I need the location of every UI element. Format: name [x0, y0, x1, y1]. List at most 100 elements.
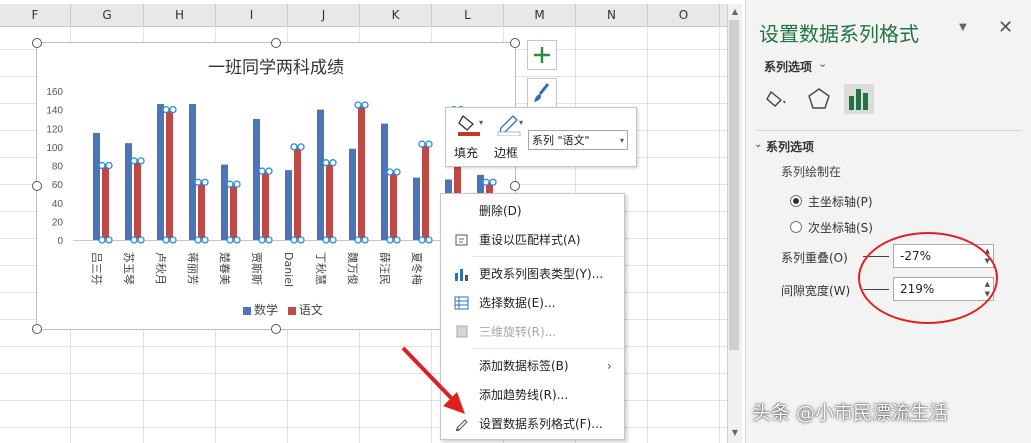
column-header-bar: F G H I J K L M N O	[0, 4, 727, 27]
selection-handle	[361, 101, 369, 109]
resize-handle[interactable]	[271, 324, 281, 334]
gap-width-label: 间隙宽度(W)	[781, 284, 851, 298]
resize-handle[interactable]	[32, 38, 42, 48]
chart-elements-button[interactable]	[527, 40, 557, 70]
resize-handle[interactable]	[510, 38, 520, 48]
column-header-g[interactable]: G	[71, 4, 144, 26]
selection-handle	[425, 236, 433, 244]
column-header-n[interactable]: N	[576, 4, 648, 26]
resize-handle[interactable]	[510, 181, 520, 191]
watermark-text: 头条 @小市民漂流生活	[752, 402, 949, 424]
bar-chinese[interactable]	[326, 162, 333, 240]
column-header-o[interactable]: O	[648, 4, 720, 26]
bar-chinese[interactable]	[198, 182, 205, 240]
chevron-down-icon[interactable]: ▾	[479, 118, 483, 127]
column-header-m[interactable]: M	[504, 4, 576, 26]
selection-handle	[137, 157, 145, 165]
column-header-i[interactable]: I	[216, 4, 288, 26]
bar-chinese[interactable]	[166, 109, 173, 240]
plus-icon	[534, 47, 550, 63]
column-header-k[interactable]: K	[360, 4, 432, 26]
selection-handle	[418, 236, 426, 244]
bar-chinese[interactable]	[230, 184, 237, 240]
menu-item-delete[interactable]: 删除(D)	[441, 197, 624, 225]
red-ellipse-annotation	[858, 232, 998, 324]
section-header-series-options[interactable]: 系列选项	[766, 138, 814, 155]
menu-item-label: 三维旋转(R)...	[479, 325, 557, 339]
selection-handle	[201, 178, 209, 186]
category-label: 丁秋慧	[314, 252, 328, 285]
bar-chinese[interactable]	[390, 172, 397, 240]
y-tick-label: 140	[46, 106, 63, 117]
series-selector-dropdown[interactable]: 系列 "语文" ▾	[528, 130, 628, 150]
pane-options-chevron-icon[interactable]: ▼	[959, 22, 967, 33]
tab-effects[interactable]	[804, 84, 834, 114]
resize-handle[interactable]	[32, 181, 42, 191]
column-header-l[interactable]: L	[432, 4, 504, 26]
menu-separator	[473, 348, 623, 349]
secondary-axis-label[interactable]: 次坐标轴(S)	[808, 219, 873, 236]
grid-line	[647, 26, 648, 443]
chart-styles-button[interactable]	[527, 78, 557, 108]
bar-chinese[interactable]	[358, 104, 365, 240]
menu-item-label: 添加数据标签(B)	[479, 359, 569, 373]
selection-handle	[297, 236, 305, 244]
selection-handle	[329, 159, 337, 167]
resize-handle[interactable]	[32, 324, 42, 334]
legend-swatch-chinese	[287, 306, 296, 315]
menu-item-label: 选择数据(E)...	[479, 296, 556, 310]
category-label: 蒋丽芳	[186, 252, 200, 285]
scroll-down-icon[interactable]: ▼	[730, 428, 740, 437]
selection-handle	[105, 161, 113, 170]
series-options-dropdown[interactable]: 系列选项	[764, 58, 812, 75]
chevron-down-icon[interactable]: ⌄	[818, 57, 827, 70]
selection-handle	[297, 143, 305, 151]
primary-axis-label[interactable]: 主坐标轴(P)	[808, 193, 873, 210]
bar-chinese[interactable]	[422, 144, 429, 240]
scrollbar-thumb[interactable]	[729, 20, 739, 350]
tab-fill-line[interactable]	[762, 84, 792, 114]
selection-handle	[258, 236, 266, 244]
paint-bucket-icon	[766, 90, 786, 107]
bar-chinese[interactable]	[102, 165, 109, 241]
close-icon[interactable]: ✕	[998, 17, 1013, 38]
menu-item-reset-style[interactable]: 重设以匹配样式(A)	[441, 226, 624, 254]
selection-handle	[162, 105, 170, 114]
scroll-up-icon[interactable]: ▲	[730, 7, 740, 16]
selection-handle	[393, 236, 401, 244]
column-header-f[interactable]: F	[0, 4, 71, 26]
bar-chinese[interactable]	[262, 171, 269, 240]
secondary-axis-radio[interactable]	[790, 221, 802, 233]
primary-axis-radio[interactable]	[790, 195, 802, 207]
bar-chinese[interactable]	[294, 146, 301, 240]
tab-series-options[interactable]	[844, 84, 874, 114]
collapse-chevron-icon[interactable]: ⌄	[754, 139, 762, 150]
bar-chart-icon	[849, 89, 868, 110]
menu-item-select-data[interactable]: 选择数据(E)...	[441, 289, 624, 317]
selection-handle	[226, 236, 234, 244]
pentagon-icon	[808, 88, 830, 109]
selection-handle	[482, 178, 490, 186]
resize-handle[interactable]	[271, 38, 281, 48]
bar-math	[189, 104, 196, 240]
y-tick-label: 0	[57, 236, 63, 247]
selection-handle	[162, 236, 170, 244]
bar-math	[413, 177, 420, 240]
selection-handle	[258, 167, 266, 175]
bar-chinese[interactable]	[134, 160, 141, 240]
selection-handle	[201, 236, 209, 244]
selection-handle	[265, 236, 273, 244]
column-header-h[interactable]: H	[144, 4, 216, 26]
column-header-j[interactable]: J	[288, 4, 360, 26]
chevron-down-icon[interactable]: ▾	[519, 118, 523, 127]
menu-item-change-chart-type[interactable]: 更改系列图表类型(Y)...	[441, 260, 624, 288]
selection-handle	[105, 236, 113, 244]
menu-item-label: 删除(D)	[479, 204, 522, 218]
y-tick-label: 100	[46, 143, 63, 154]
bar-math	[125, 143, 132, 240]
reset-style-icon	[455, 234, 468, 246]
chart-legend[interactable]: 数学 语文	[237, 301, 323, 318]
selection-handle	[169, 105, 177, 114]
red-arrow-annotation	[401, 346, 465, 414]
select-data-icon	[454, 296, 469, 310]
